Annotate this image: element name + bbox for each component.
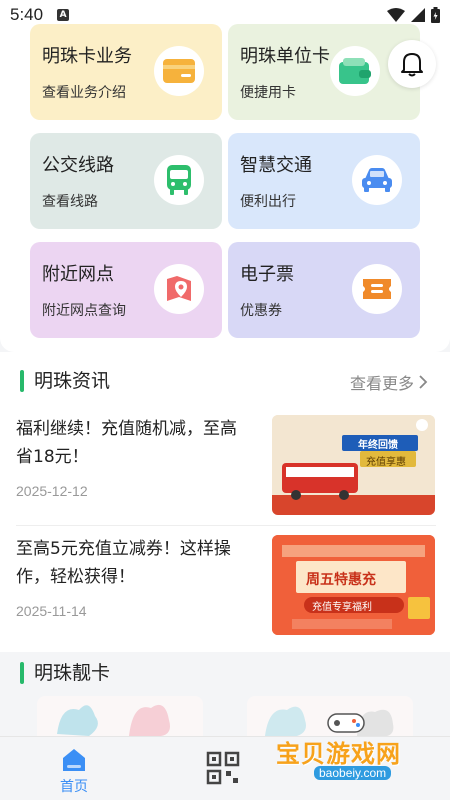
section-accent-bar — [20, 662, 24, 684]
service-card-bus-routes[interactable]: 公交线路 查看线路 — [30, 133, 222, 229]
service-card-e-ticket[interactable]: 电子票 优惠券 — [228, 242, 420, 338]
banner-badge: 年终回馈 — [358, 440, 398, 451]
service-card-smart-traffic[interactable]: 智慧交通 便利出行 — [228, 133, 420, 229]
service-card-mingzhu-business[interactable]: 明珠卡业务 查看业务介绍 — [30, 24, 222, 120]
chevron-right-icon — [419, 375, 428, 389]
tab-home[interactable]: 首页 — [46, 747, 102, 797]
wallet-icon — [330, 46, 380, 96]
home-icon — [63, 749, 85, 771]
bus-icon — [154, 155, 204, 205]
news-item[interactable]: 福利继续！充值随机减，至高省18元！ 2025-12-12 年终回馈 充值享惠 — [0, 415, 450, 525]
qr-code-icon — [206, 751, 240, 785]
status-icons — [387, 7, 440, 23]
gamepad-icon — [327, 713, 365, 733]
ticket-icon — [352, 264, 402, 314]
news-item[interactable]: 至高5元充值立减券！这样操作，轻松获得！ 2025-11-14 周五特惠充 充值… — [0, 535, 450, 645]
service-card-nearby-outlets[interactable]: 附近网点 附近网点查询 — [30, 242, 222, 338]
notification-bell-button[interactable] — [388, 40, 436, 88]
cards-section-header: 明珠靓卡 — [0, 656, 450, 686]
notification-a-icon: A — [57, 9, 70, 21]
map-pin-icon — [154, 264, 204, 314]
status-time: 5:40 — [10, 5, 44, 24]
site-watermark: 宝贝游戏网 baobeiy.com — [268, 712, 428, 792]
news-more-link[interactable]: 查看更多 — [350, 370, 428, 394]
news-section-header: 明珠资讯 查看更多 — [0, 364, 450, 394]
news-banner-image: 年终回馈 充值享惠 — [272, 415, 435, 515]
banner-sub: 充值专享福利 — [312, 602, 372, 613]
more-label: 查看更多 — [349, 374, 414, 393]
news-date: 2025-12-12 — [16, 483, 88, 499]
news-banner-image: 周五特惠充 充值专享福利 — [272, 535, 435, 635]
news-date: 2025-11-14 — [16, 603, 87, 619]
battery-icon — [431, 7, 440, 23]
signal-icon — [411, 8, 425, 22]
bell-icon — [401, 53, 423, 77]
news-section-title: 明珠资讯 — [34, 370, 111, 392]
tab-home-label: 首页 — [60, 779, 88, 795]
banner-badge: 周五特惠充 — [306, 572, 376, 588]
card-icon — [154, 46, 204, 96]
cards-section-title: 明珠靓卡 — [34, 662, 111, 684]
wifi-icon — [387, 8, 405, 22]
card-preview[interactable] — [37, 696, 203, 736]
tab-qr-code[interactable] — [206, 751, 246, 791]
watermark-name: 宝贝游戏网 — [276, 740, 401, 768]
section-accent-bar — [20, 370, 24, 392]
service-subtitle: 便捷用卡 — [240, 85, 296, 101]
news-title: 福利继续！充值随机减，至高省18元！ — [16, 419, 237, 467]
banner-sub: 充值享惠 — [366, 457, 406, 468]
car-icon — [352, 155, 402, 205]
news-title: 至高5元充值立减券！这样操作，轻松获得！ — [16, 539, 231, 587]
news-divider — [16, 525, 436, 526]
watermark-url: baobeiy.com — [314, 766, 392, 780]
